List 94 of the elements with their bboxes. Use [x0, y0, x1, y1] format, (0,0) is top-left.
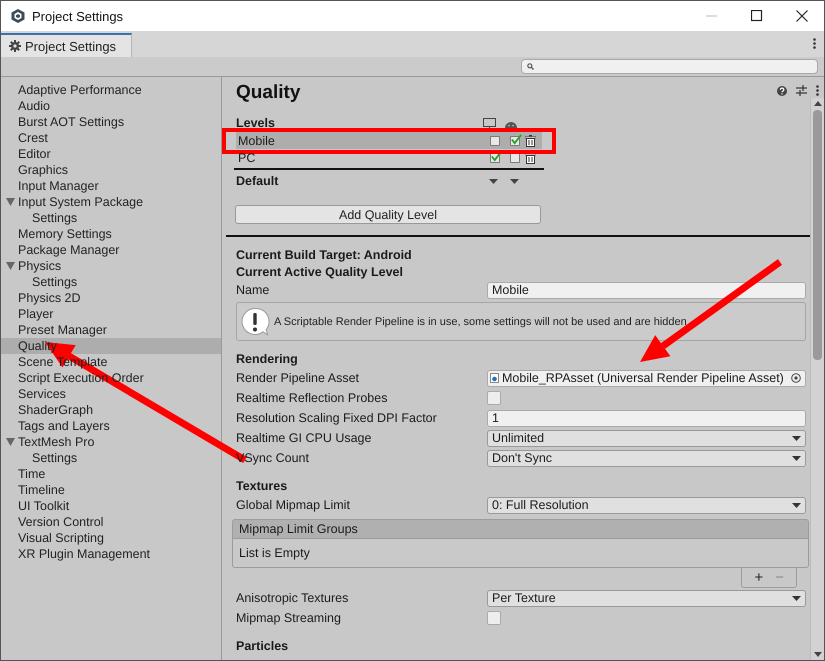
quality-level-row[interactable]: PC [236, 149, 542, 166]
maximize-icon[interactable] [750, 10, 762, 22]
foldout-icon[interactable] [6, 438, 15, 446]
empty-list-text: List is Empty [232, 539, 809, 568]
sidebar-item[interactable]: Settings [1, 210, 221, 226]
caret-icon [792, 502, 801, 508]
section-heading: Textures [236, 478, 288, 494]
sidebar-item[interactable]: ShaderGraph [1, 402, 221, 418]
delete-icon[interactable] [525, 152, 536, 164]
dropdown-arrow-icon[interactable] [510, 178, 519, 184]
dropdown[interactable]: Per Texture [487, 590, 806, 606]
checkbox[interactable] [487, 391, 501, 405]
sidebar-item[interactable]: Memory Settings [1, 226, 221, 242]
section-heading: Particles [236, 638, 290, 654]
checkbox[interactable] [487, 611, 501, 625]
close-icon[interactable] [796, 10, 808, 22]
object-field[interactable]: Mobile_RPAsset (Universal Render Pipeline Asset) [487, 370, 806, 386]
monitor-icon [483, 118, 496, 130]
page-title: Quality [236, 82, 300, 104]
sidebar-item[interactable]: TextMesh Pro [1, 434, 221, 450]
sidebar-item[interactable]: Time [1, 466, 221, 482]
search-icon [527, 63, 534, 70]
sidebar-item[interactable]: Visual Scripting [1, 530, 221, 546]
settings-tab[interactable]: Project Settings [1, 33, 132, 57]
sidebar-item[interactable]: Input System Package [1, 194, 221, 210]
active-level-label: Current Active Quality Level [236, 264, 404, 280]
default-label: Default [236, 174, 278, 188]
sidebar-item[interactable]: Tags and Layers [1, 418, 221, 434]
sidebar-item[interactable]: Input Manager [1, 178, 221, 194]
field-label: Render Pipeline Asset [236, 371, 360, 385]
sidebar-item[interactable]: Preset Manager [1, 322, 221, 338]
add-button[interactable]: + [754, 569, 764, 586]
cube-icon [10, 8, 26, 24]
sidebar-item[interactable]: Settings [1, 450, 221, 466]
android-icon [505, 120, 517, 128]
field-label: Resolution Scaling Fixed DPI Factor [236, 411, 438, 425]
asset-icon [490, 373, 499, 383]
add-quality-level-button[interactable]: Add Quality Level [235, 205, 541, 224]
more-icon[interactable] [816, 85, 819, 96]
checkbox[interactable] [510, 136, 520, 146]
warning-icon [240, 306, 270, 336]
field-label: Anisotropic Textures [236, 591, 350, 605]
sidebar-item[interactable]: Player [1, 306, 221, 322]
caret-icon [792, 436, 801, 440]
quality-level-row[interactable]: Mobile [236, 132, 542, 149]
sidebar-item[interactable]: Crest [1, 130, 221, 146]
caret-icon [792, 456, 801, 460]
sidebar-item[interactable]: Editor [1, 146, 221, 162]
sidebar-item[interactable]: Timeline [1, 482, 221, 498]
sidebar-item[interactable]: Adaptive Performance [1, 82, 221, 98]
sliders-icon[interactable] [796, 85, 807, 96]
scrollbar[interactable] [810, 98, 824, 660]
target-icon[interactable] [791, 373, 801, 383]
input-field[interactable]: 1 [487, 410, 806, 426]
level-name: Mobile [238, 134, 275, 148]
field-label: Realtime Reflection Probes [236, 391, 388, 405]
foldout-icon[interactable] [6, 262, 15, 270]
sidebar-item[interactable]: Graphics [1, 162, 221, 178]
section-heading: Levels [236, 116, 275, 130]
sidebar-item[interactable]: Burst AOT Settings [1, 114, 221, 130]
scroll-down-icon[interactable] [814, 652, 822, 657]
section-heading: Rendering [236, 350, 299, 368]
settings-icon [9, 40, 21, 52]
more-icon[interactable] [813, 38, 816, 49]
field-label: Realtime GI CPU Usage [236, 431, 372, 445]
sidebar-item[interactable]: UI Toolkit [1, 498, 221, 514]
foldout-icon[interactable] [6, 198, 15, 206]
scroll-up-icon[interactable] [814, 101, 822, 106]
sidebar-item[interactable]: XR Plugin Management [1, 546, 221, 562]
caret-icon [792, 596, 801, 600]
list-header[interactable]: Mipmap Limit Groups [232, 519, 809, 539]
help-icon[interactable] [777, 86, 787, 96]
build-target-label: Current Build Target: Android [236, 246, 413, 263]
dropdown[interactable]: Unlimited [487, 430, 806, 446]
checkbox[interactable] [490, 136, 500, 146]
sidebar-item[interactable]: Audio [1, 98, 221, 114]
sidebar-item[interactable]: Version Control [1, 514, 221, 530]
level-name: PC [238, 150, 256, 164]
dropdown[interactable]: Don't Sync [487, 450, 806, 466]
dropdown[interactable]: 0: Full Resolution [487, 496, 806, 514]
search-field[interactable] [521, 59, 818, 74]
sidebar-item[interactable]: Physics [1, 258, 221, 274]
sidebar-item[interactable]: Services [1, 386, 221, 402]
sidebar-item[interactable]: Package Manager [1, 242, 221, 258]
delete-icon[interactable] [525, 134, 536, 146]
field-label: Global Mipmap Limit [236, 498, 351, 512]
help-text: A Scriptable Render Pipeline is in use, some settings will not be used and are hidden [274, 316, 687, 328]
sidebar-item[interactable]: Settings [1, 274, 221, 290]
name-field[interactable]: Mobile [487, 282, 806, 298]
dropdown-arrow-icon[interactable] [489, 178, 498, 184]
field-label: Mipmap Streaming [236, 611, 342, 625]
field-label: Name [236, 283, 270, 297]
sidebar-item[interactable]: Physics 2D [1, 290, 221, 306]
window-title: Project Settings [32, 8, 124, 24]
